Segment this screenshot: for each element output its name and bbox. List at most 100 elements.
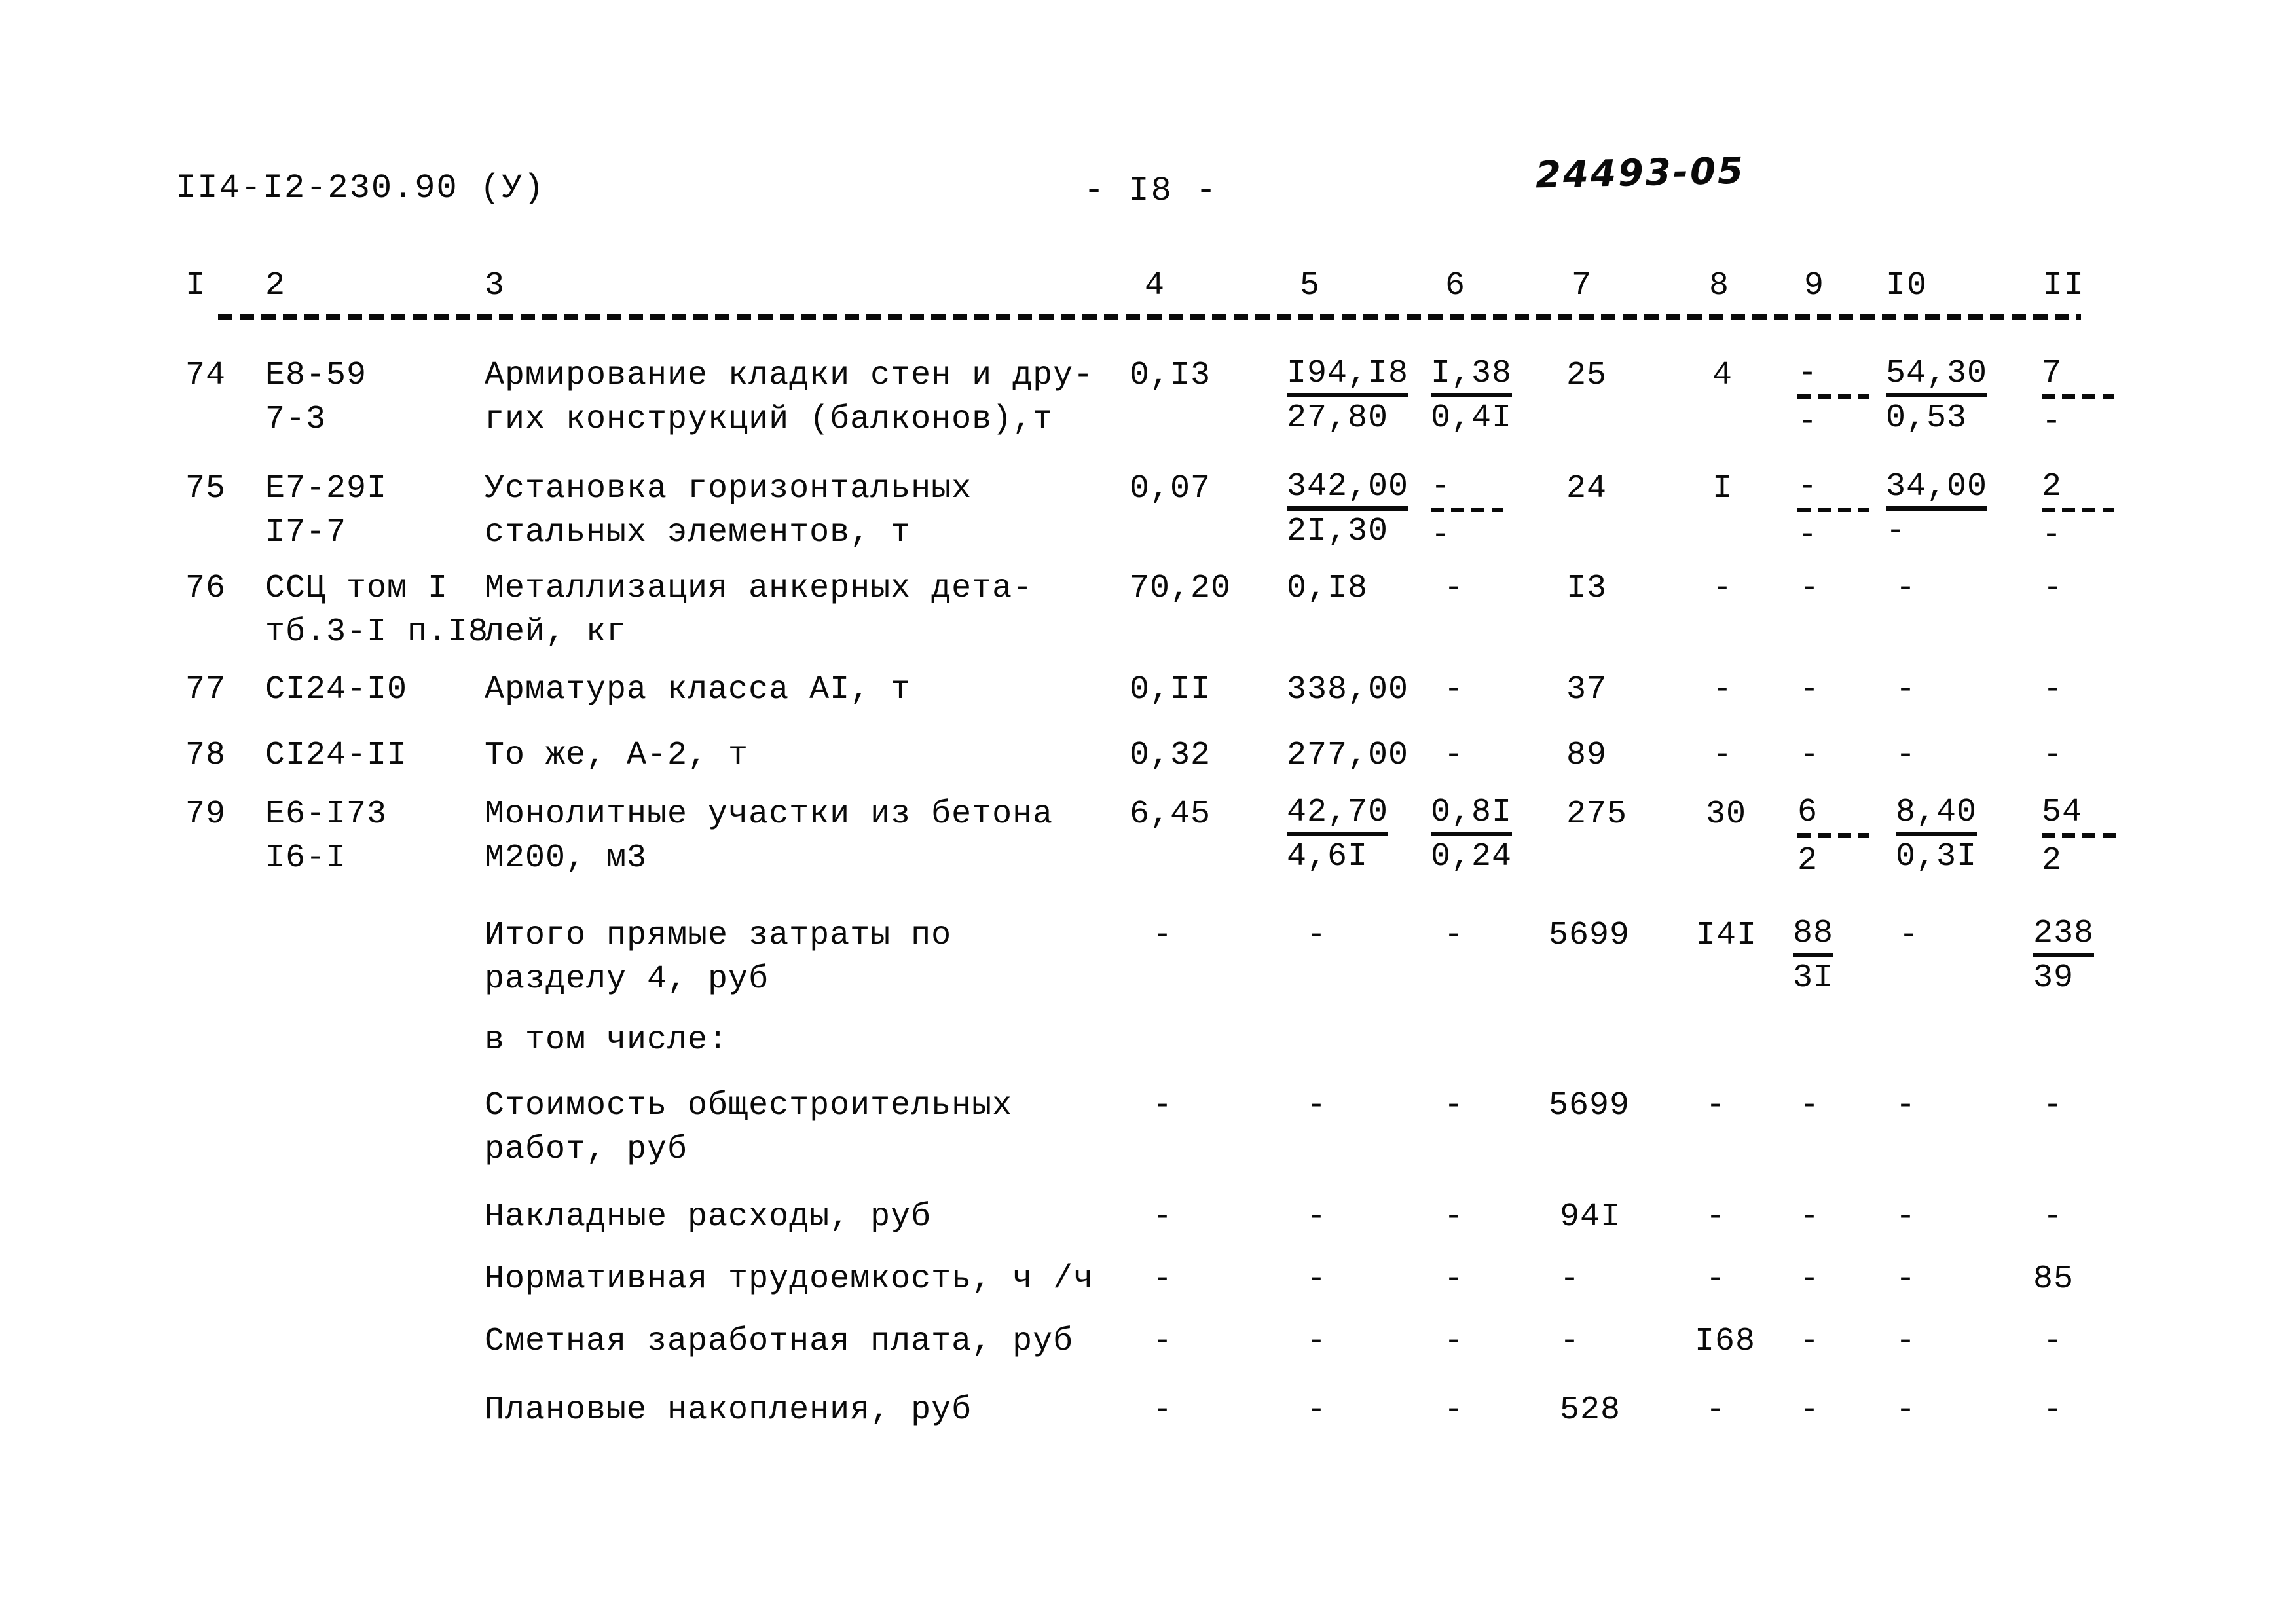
cell-col5: -: [1306, 1087, 1327, 1124]
table-column-header-row: I 2 3 4 5 6 7 8 9 I0 II: [0, 267, 2282, 326]
cell-col6: -: [1444, 671, 1465, 709]
row-code: СI24-I0: [265, 671, 408, 709]
cell-col6: -: [1444, 1198, 1465, 1236]
column-header-1: I: [185, 267, 207, 304]
row-description: Установка горизонтальных стальных элемен…: [485, 470, 972, 551]
cell-col7: -: [1560, 1323, 1581, 1360]
cell-col4: 0,32: [1130, 737, 1211, 774]
cell-col8: I4I: [1696, 917, 1758, 954]
column-header-11: II: [2043, 267, 2086, 304]
cell-col10: -: [1896, 1087, 1917, 1124]
cell-col6: -: [1444, 737, 1465, 774]
cell-col6: -: [1444, 570, 1465, 607]
cell-col4: 0,07: [1130, 470, 1211, 507]
cell-col10: -: [1896, 570, 1917, 607]
row-code: СI24-II: [265, 737, 408, 774]
cell-col8: I68: [1695, 1323, 1756, 1360]
cell-col4: 0,I3: [1130, 357, 1211, 394]
cell-col8: -: [1706, 1198, 1727, 1236]
cell-col5: -: [1306, 1261, 1327, 1298]
cell-col8: 4: [1712, 357, 1733, 394]
cell-col5: 277,00: [1287, 737, 1409, 774]
cell-col10: -: [1896, 1261, 1917, 1298]
cell-col11: -: [2043, 737, 2064, 774]
cell-col11: -: [2043, 671, 2064, 709]
cell-col5: -: [1306, 917, 1327, 954]
cell-col7: 89: [1566, 737, 1608, 774]
document-code: II4-I2-230.90 (У): [175, 169, 545, 208]
cell-col5: 0,I8: [1287, 570, 1369, 607]
cell-col10: -: [1896, 1198, 1917, 1236]
cell-col5: I94,I8 27,80: [1287, 355, 1409, 437]
column-header-2: 2: [265, 267, 287, 304]
cell-col5: 342,00 2I,30: [1287, 468, 1409, 550]
cell-col7: 94I: [1560, 1198, 1621, 1236]
cell-col7: 37: [1566, 671, 1608, 709]
summary-label: в том числе:: [485, 1022, 729, 1059]
cell-col4: -: [1152, 1392, 1173, 1429]
cell-col4: -: [1152, 1087, 1173, 1124]
cell-col5: -: [1306, 1323, 1327, 1360]
cell-col9: - -: [1797, 470, 1869, 552]
row-number: 76: [185, 570, 227, 607]
cell-col5: 42,70 4,6I: [1287, 794, 1389, 876]
cell-col7: 5699: [1549, 1087, 1630, 1124]
cell-col9: -: [1799, 1087, 1820, 1124]
cell-col11: 85: [2033, 1261, 2074, 1298]
row-code: ССЦ том I тб.3-I п.I8: [265, 570, 489, 651]
cell-col9: -: [1799, 1261, 1820, 1298]
cell-col5: -: [1306, 1392, 1327, 1429]
column-header-10: I0: [1886, 267, 1928, 304]
summary-label: Накладные расходы, руб: [485, 1198, 932, 1236]
cell-col11: -: [2043, 1198, 2064, 1236]
row-description: Металлизация анкерных дета- лей, кг: [485, 570, 1033, 651]
row-number: 79: [185, 796, 227, 833]
cell-col5: -: [1306, 1198, 1327, 1236]
cell-col4: 6,45: [1130, 796, 1211, 833]
cell-col6: -: [1444, 1261, 1465, 1298]
row-description: Монолитные участки из бетона М200, м3: [485, 796, 1054, 877]
row-description: Армирование кладки стен и дру- гих конст…: [485, 357, 1094, 438]
cell-col7: 275: [1566, 796, 1628, 833]
row-number: 74: [185, 357, 227, 394]
cell-col8: -: [1706, 1392, 1727, 1429]
cell-col4: -: [1152, 1323, 1173, 1360]
cell-col9: -: [1799, 570, 1820, 607]
cell-col11: -: [2043, 570, 2064, 607]
summary-label: Нормативная трудоемкость, ч /ч: [485, 1261, 1094, 1298]
cell-col11: -: [2043, 1392, 2064, 1429]
cell-col6: -: [1444, 1087, 1465, 1124]
summary-label: Сметная заработная плата, руб: [485, 1323, 1074, 1360]
cell-col10: 8,40 0,3I: [1896, 794, 1978, 876]
column-header-4: 4: [1145, 267, 1166, 304]
cell-col10: -: [1899, 917, 1920, 954]
summary-label: Итого прямые затраты по разделу 4, руб: [485, 917, 952, 998]
cell-col6: I,38 0,4I: [1431, 355, 1513, 437]
column-header-6: 6: [1445, 267, 1467, 304]
column-header-5: 5: [1300, 267, 1321, 304]
column-header-8: 8: [1709, 267, 1731, 304]
summary-label: Плановые накопления, руб: [485, 1392, 972, 1429]
cell-col7: 25: [1566, 357, 1608, 394]
page-number: - I8 -: [1084, 172, 1219, 210]
cell-col9: - -: [1797, 357, 1869, 439]
cell-col9: 88 3I: [1793, 915, 1834, 997]
column-header-7: 7: [1572, 267, 1593, 304]
cell-col9: -: [1799, 671, 1820, 709]
document-page: II4-I2-230.90 (У) - I8 - 24493-05 I 2 3 …: [0, 0, 2282, 1624]
column-header-3: 3: [485, 267, 506, 304]
cell-col7: 24: [1566, 470, 1608, 507]
cell-col9: -: [1799, 1323, 1820, 1360]
cell-col10: -: [1896, 737, 1917, 774]
row-description: То же, А-2, т: [485, 737, 749, 774]
cell-col8: -: [1712, 570, 1733, 607]
cell-col7: 528: [1560, 1392, 1621, 1429]
cell-col6: -: [1444, 917, 1465, 954]
cell-col10: -: [1896, 671, 1917, 709]
row-code: Е6-I73 I6-I: [265, 796, 388, 877]
row-number: 78: [185, 737, 227, 774]
cell-col4: 0,II: [1130, 671, 1211, 709]
row-number: 77: [185, 671, 227, 709]
cell-col4: 70,20: [1130, 570, 1232, 607]
cell-col9: -: [1799, 1392, 1820, 1429]
